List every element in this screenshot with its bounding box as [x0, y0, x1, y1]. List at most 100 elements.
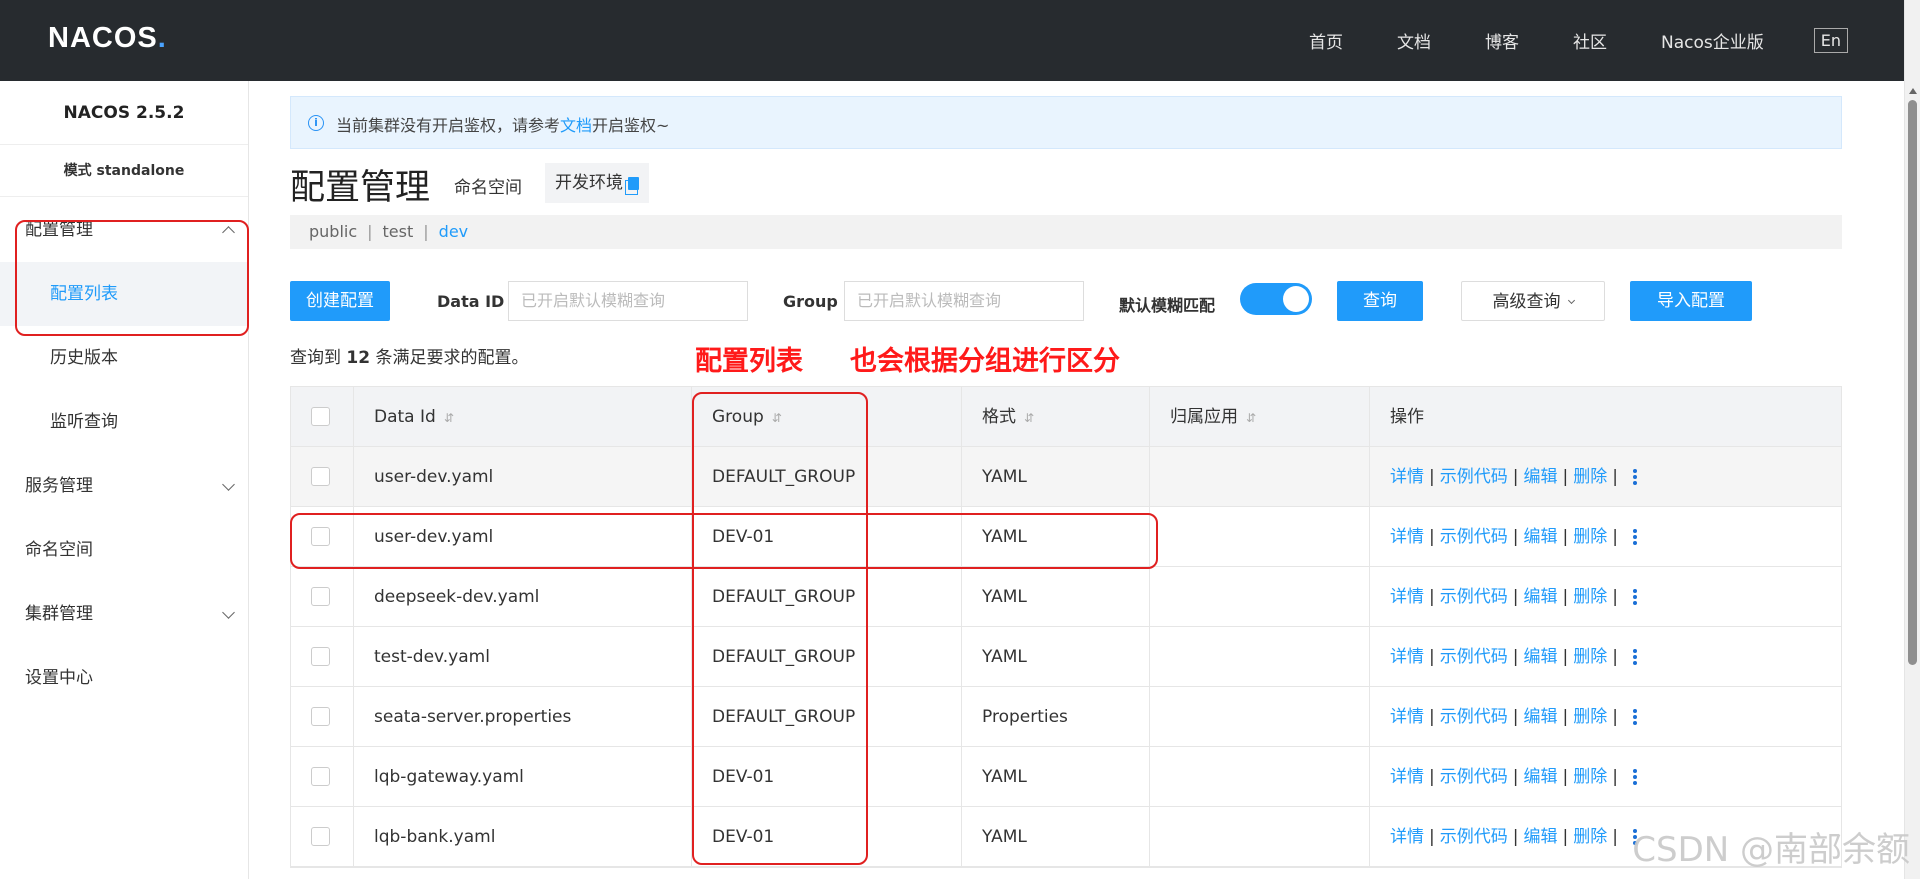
edit-link[interactable]: 编辑	[1523, 827, 1557, 847]
sample-code-link[interactable]: 示例代码	[1440, 467, 1508, 487]
chevron-down-icon	[222, 478, 235, 491]
import-config-button[interactable]: 导入配置	[1630, 281, 1752, 321]
cell-data-id: lqb-gateway.yaml	[353, 747, 691, 807]
separator: |	[1429, 707, 1435, 727]
more-options-icon[interactable]	[1632, 709, 1637, 725]
sidebar-item-namespace[interactable]: 命名空间	[0, 518, 249, 582]
table-row[interactable]: test-dev.yaml DEFAULT_GROUP YAML 详情 | 示例代码 | 编辑…	[291, 627, 1841, 687]
delete-link[interactable]: 删除	[1573, 467, 1607, 487]
table-row[interactable]: lqb-bank.yaml DEV-01 YAML 详情 | 示例代码 | 编辑 | 删除 |	[291, 807, 1841, 867]
detail-link[interactable]: 详情	[1390, 647, 1424, 667]
namespace-public[interactable]: public	[309, 222, 357, 241]
detail-link[interactable]: 详情	[1390, 467, 1424, 487]
edit-link[interactable]: 编辑	[1523, 587, 1557, 607]
cell-app	[1149, 807, 1369, 867]
delete-link[interactable]: 删除	[1573, 587, 1607, 607]
more-options-icon[interactable]	[1632, 589, 1637, 605]
annotation-box-sidebar	[15, 220, 249, 336]
edit-link[interactable]: 编辑	[1523, 527, 1557, 547]
delete-link[interactable]: 删除	[1573, 827, 1607, 847]
detail-link[interactable]: 详情	[1390, 707, 1424, 727]
edit-link[interactable]: 编辑	[1523, 467, 1557, 487]
table-row[interactable]: user-dev.yaml DEFAULT_GROUP YAML 详情 | 示例代码 | 编辑…	[291, 447, 1841, 507]
scrollbar-thumb[interactable]	[1908, 100, 1917, 665]
nav-home[interactable]: 首页	[1309, 28, 1343, 53]
edit-link[interactable]: 编辑	[1523, 707, 1557, 727]
sidebar-item-settings[interactable]: 设置中心	[0, 646, 249, 710]
sidebar: NACOS 2.5.2 模式 standalone 配置管理 配置列表 历史版本…	[0, 81, 249, 879]
nav-enterprise[interactable]: Nacos企业版	[1661, 28, 1764, 53]
nav-community[interactable]: 社区	[1573, 28, 1607, 53]
select-all-checkbox[interactable]	[311, 407, 330, 426]
namespace-value: 开发环境	[555, 173, 623, 193]
header-app[interactable]: 归属应用 ⇵	[1149, 387, 1369, 447]
table-row[interactable]: deepseek-dev.yaml DEFAULT_GROUP YAML 详情 | 示例代…	[291, 567, 1841, 627]
query-button[interactable]: 查询	[1337, 281, 1423, 321]
sample-code-link[interactable]: 示例代码	[1440, 707, 1508, 727]
edit-link[interactable]: 编辑	[1523, 647, 1557, 667]
more-options-icon[interactable]	[1632, 529, 1637, 545]
scroll-up-arrow-icon[interactable]	[1909, 88, 1917, 94]
detail-link[interactable]: 详情	[1390, 767, 1424, 787]
advanced-query-button[interactable]: 高级查询	[1461, 281, 1605, 321]
more-options-icon[interactable]	[1632, 769, 1637, 785]
page-scrollbar[interactable]	[1904, 0, 1920, 879]
separator: |	[1612, 767, 1618, 787]
namespace-tag[interactable]: 开发环境	[545, 163, 649, 203]
dataid-input[interactable]: 已开启默认模糊查询	[508, 281, 748, 321]
nacos-logo[interactable]: NACOS.	[48, 22, 167, 55]
cell-app	[1149, 747, 1369, 807]
delete-link[interactable]: 删除	[1573, 707, 1607, 727]
more-options-icon[interactable]	[1632, 649, 1637, 665]
sample-code-link[interactable]: 示例代码	[1440, 767, 1508, 787]
sample-code-link[interactable]: 示例代码	[1440, 827, 1508, 847]
sidebar-item-cluster-management[interactable]: 集群管理	[0, 582, 249, 646]
config-table: Data Id ⇵ Group ⇵ 格式 ⇵ 归属应用 ⇵ 操作 user-dev.ya…	[290, 386, 1842, 868]
table-row[interactable]: seata-server.properties DEFAULT_GROUP Prop…	[291, 687, 1841, 747]
chevron-down-icon	[222, 606, 235, 619]
sample-code-link[interactable]: 示例代码	[1440, 527, 1508, 547]
detail-link[interactable]: 详情	[1390, 527, 1424, 547]
row-checkbox[interactable]	[311, 587, 330, 606]
table-row[interactable]: lqb-gateway.yaml DEV-01 YAML 详情 | 示例代码 | 编辑 | 删除 |	[291, 747, 1841, 807]
sidebar-item-listener-query[interactable]: 监听查询	[0, 390, 249, 454]
header-dataid[interactable]: Data Id ⇵	[353, 387, 691, 447]
namespace-test[interactable]: test	[383, 222, 414, 241]
row-checkbox[interactable]	[311, 767, 330, 786]
copy-icon[interactable]	[625, 176, 639, 195]
edit-link[interactable]: 编辑	[1523, 767, 1557, 787]
delete-link[interactable]: 删除	[1573, 647, 1607, 667]
group-label: Group	[783, 292, 838, 311]
delete-link[interactable]: 删除	[1573, 767, 1607, 787]
nav-blog[interactable]: 博客	[1485, 28, 1519, 53]
detail-link[interactable]: 详情	[1390, 827, 1424, 847]
header-format[interactable]: 格式 ⇵	[961, 387, 1149, 447]
cell-format: YAML	[961, 807, 1149, 867]
more-options-icon[interactable]	[1632, 469, 1637, 485]
sample-code-link[interactable]: 示例代码	[1440, 587, 1508, 607]
separator: |	[1612, 467, 1618, 487]
fuzzy-match-toggle[interactable]	[1240, 283, 1312, 315]
sample-code-link[interactable]: 示例代码	[1440, 647, 1508, 667]
delete-link[interactable]: 删除	[1573, 527, 1607, 547]
sidebar-item-service-management[interactable]: 服务管理	[0, 454, 249, 518]
namespace-dev[interactable]: dev	[439, 222, 468, 241]
annotation-text-group: 也会根据分组进行区分	[850, 346, 1120, 377]
cell-app	[1149, 447, 1369, 507]
cell-actions: 详情 | 示例代码 | 编辑 | 删除 |	[1369, 627, 1841, 687]
docs-link[interactable]: 文档	[560, 116, 592, 135]
separator: |	[1429, 767, 1435, 787]
cell-data-id: deepseek-dev.yaml	[353, 567, 691, 627]
separator: |	[1612, 647, 1618, 667]
row-checkbox[interactable]	[311, 707, 330, 726]
row-checkbox[interactable]	[311, 827, 330, 846]
watermark: CSDN @南部余额	[1632, 830, 1910, 870]
create-config-button[interactable]: 创建配置	[290, 281, 390, 321]
row-checkbox[interactable]	[311, 647, 330, 666]
row-checkbox[interactable]	[311, 467, 330, 486]
auth-notice: i 当前集群没有开启鉴权，请参考文档开启鉴权~	[290, 96, 1842, 149]
nav-docs[interactable]: 文档	[1397, 28, 1431, 53]
detail-link[interactable]: 详情	[1390, 587, 1424, 607]
group-input[interactable]: 已开启默认模糊查询	[844, 281, 1084, 321]
language-switch-button[interactable]: En	[1813, 28, 1848, 53]
